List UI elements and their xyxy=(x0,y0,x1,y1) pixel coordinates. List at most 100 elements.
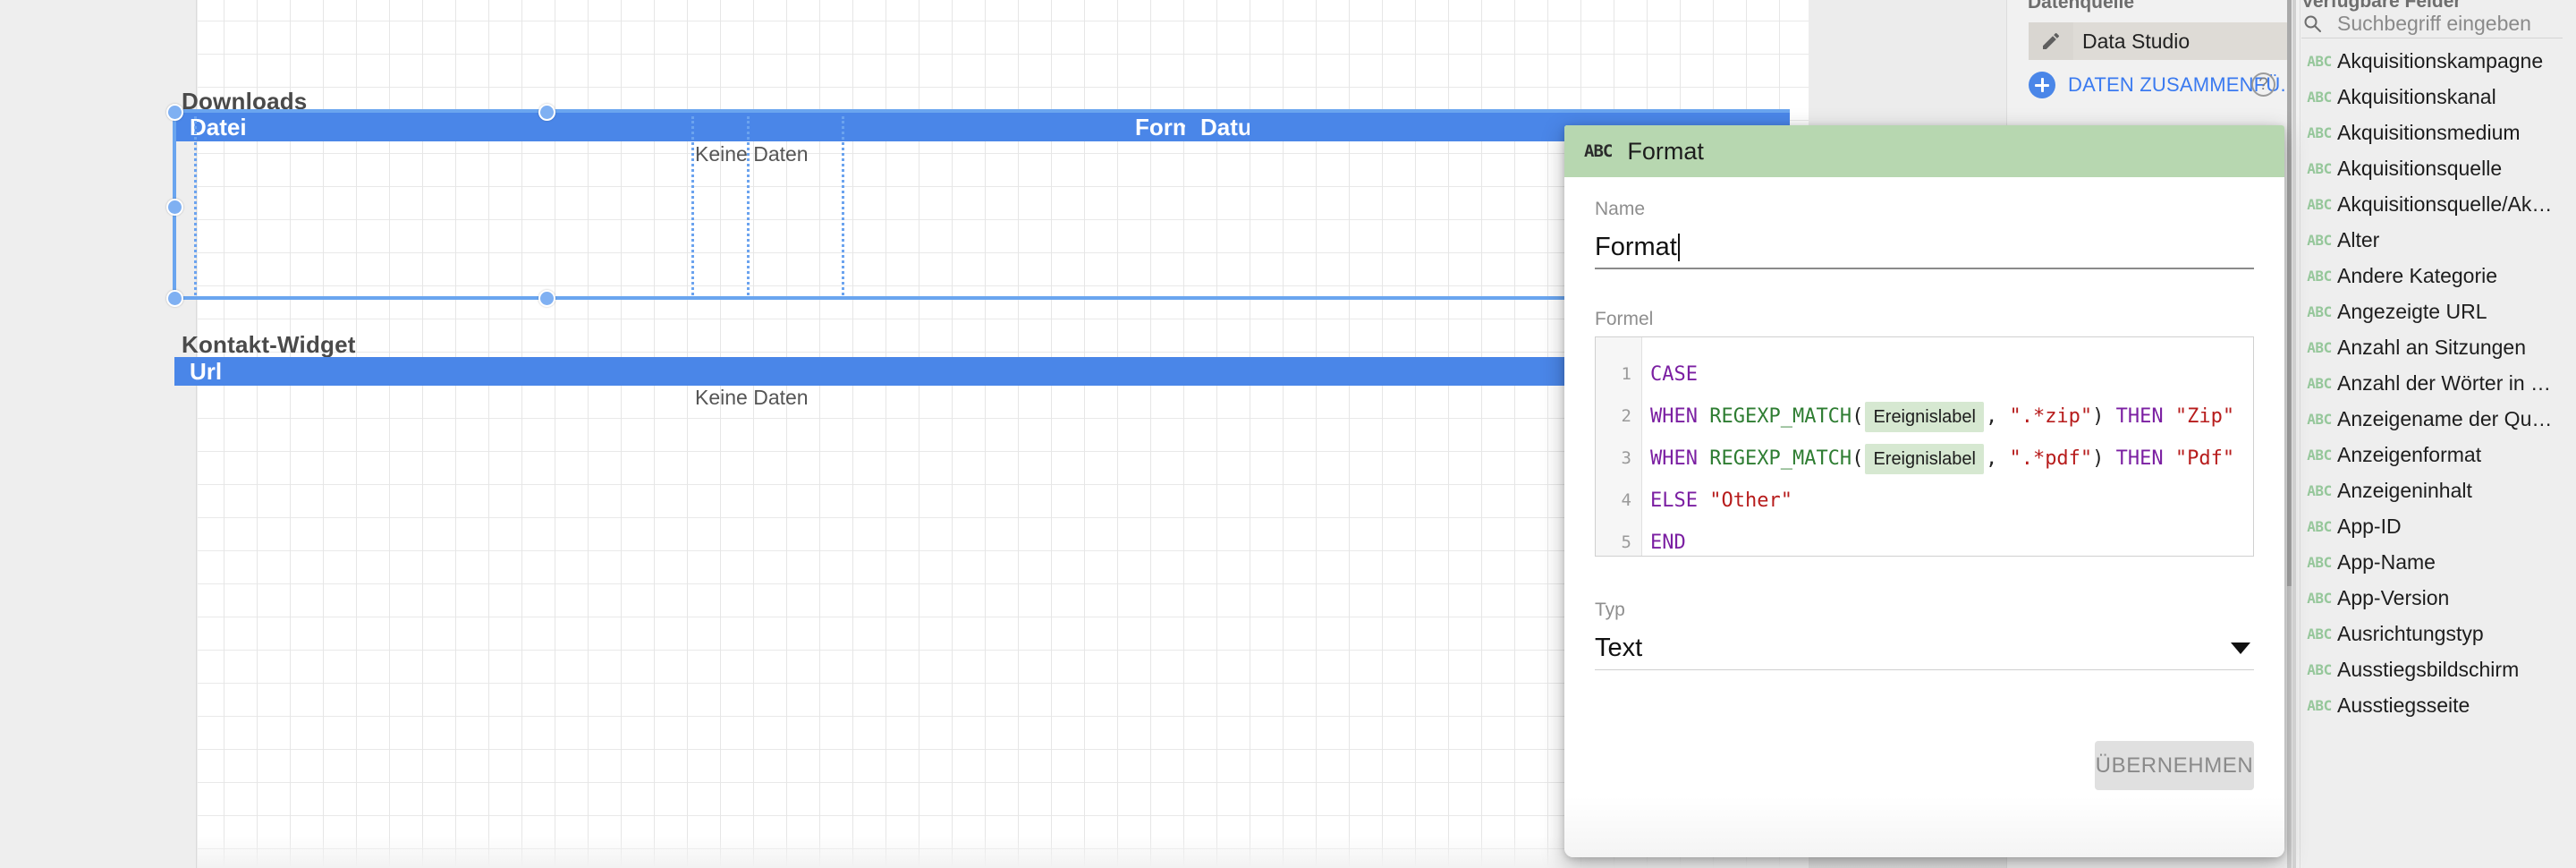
field-reference-chip[interactable]: Ereignislabel xyxy=(1865,444,1984,474)
editor-code-line[interactable]: WHEN REGEXP_MATCH(Ereignislabel, ".*zip"… xyxy=(1650,396,2253,438)
downloads-col-datum[interactable]: Datum xyxy=(1185,113,1250,141)
field-list-item[interactable]: ABC App-Version xyxy=(2301,580,2576,616)
abc-text-type-icon: ABC xyxy=(2307,553,2332,571)
selection-handle-top-center[interactable] xyxy=(538,104,555,121)
plus-circle-icon[interactable] xyxy=(2029,72,2055,98)
selection-top-edge[interactable] xyxy=(173,109,1790,113)
field-list-item[interactable]: ABC Akquisitionsquelle/Ak… xyxy=(2301,186,2576,222)
field-list-item[interactable]: ABC Akquisitionsmedium xyxy=(2301,115,2576,150)
code-token-kw: THEN xyxy=(2115,447,2175,470)
abc-text-type-icon: ABC xyxy=(2307,625,2332,642)
selection-handle-bottom-center[interactable] xyxy=(538,290,555,307)
editor-code-area[interactable]: CASE WHEN REGEXP_MATCH(Ereignislabel, ".*… xyxy=(1642,337,2253,556)
field-list-item-label: Anzahl an Sitzungen xyxy=(2337,335,2526,359)
abc-text-type-icon: ABC xyxy=(2307,481,2332,499)
field-list-item[interactable]: ABC Anzeigenformat xyxy=(2301,437,2576,472)
abc-text-type-icon: ABC xyxy=(2307,195,2332,213)
downloads-no-data: Keine Daten xyxy=(695,142,809,166)
field-list-item[interactable]: ABC Angezeigte URL xyxy=(2301,294,2576,329)
dialog-footer: ÜBERNEHMEN xyxy=(1564,723,2284,857)
apply-button[interactable]: ÜBERNEHMEN xyxy=(2095,741,2254,790)
field-list-item-label: Akquisitionsmedium xyxy=(2337,120,2521,144)
downloads-col-datei[interactable]: Datei xyxy=(174,113,691,141)
field-reference-chip[interactable]: Ereignislabel xyxy=(1865,402,1984,432)
type-select-value[interactable]: Text xyxy=(1595,634,1642,663)
downloads-col-divider-4[interactable] xyxy=(842,116,844,300)
editor-line-number: 5 xyxy=(1621,532,1631,552)
editor-code-line[interactable]: CASE xyxy=(1650,353,2253,396)
field-list-item[interactable]: ABC Anzeigeninhalt xyxy=(2301,472,2576,508)
selection-handle-bottom-left[interactable] xyxy=(166,290,183,307)
selection-handle-middle-left[interactable] xyxy=(166,199,183,216)
abc-text-type-icon: ABC xyxy=(2307,231,2332,249)
abc-text-type-icon: ABC xyxy=(2307,338,2332,356)
name-field[interactable]: Format xyxy=(1595,226,2254,269)
downloads-col-divider-3[interactable] xyxy=(747,116,750,300)
editor-code-line[interactable]: ELSE "Other" xyxy=(1650,480,2253,522)
field-list-item[interactable]: ABC Akquisitionskampagne xyxy=(2301,43,2576,79)
editor-line-number: 4 xyxy=(1621,490,1631,510)
downloads-col-divider-1[interactable] xyxy=(194,116,197,300)
editor-code-line[interactable]: END xyxy=(1650,522,2253,556)
type-select[interactable]: Text xyxy=(1595,627,2254,670)
type-field-label: Typ xyxy=(1595,600,1625,620)
question-mark-icon[interactable]: ? xyxy=(2251,72,2275,97)
field-list-item[interactable]: ABC App-ID xyxy=(2301,508,2576,544)
calculated-field-dialog[interactable]: ABC Format Name Format Formel 1 2 3 4 5 CASE… xyxy=(1564,125,2284,857)
field-list-item-label: Anzeigenformat xyxy=(2337,442,2482,466)
field-list-item[interactable]: ABC Ausstiegsbildschirm xyxy=(2301,651,2576,687)
code-token-kw: CASE xyxy=(1650,363,1698,386)
editor-line-number: 2 xyxy=(1621,406,1631,426)
field-list-item[interactable]: ABC Alter xyxy=(2301,222,2576,258)
fields-scrollbar-thumb[interactable] xyxy=(2287,0,2292,586)
field-list-item[interactable]: ABC App-Name xyxy=(2301,544,2576,580)
field-list-item[interactable]: ABC Akquisitionskanal xyxy=(2301,79,2576,115)
name-field-value[interactable]: Format xyxy=(1595,233,1677,262)
available-fields-panel: Verfügbare Felder Suchbegriff eingeben A… xyxy=(2287,0,2576,868)
editor-line-number: 3 xyxy=(1621,448,1631,468)
field-list-item[interactable]: ABC Anzahl an Sitzungen xyxy=(2301,329,2576,365)
left-panel xyxy=(0,0,197,868)
abc-text-type-icon: ABC xyxy=(2307,517,2332,535)
code-token-kw: WHEN xyxy=(1650,405,1710,428)
field-list-item[interactable]: ABC Ausrichtungstyp xyxy=(2301,616,2576,651)
data-source-name[interactable]: Data Studio xyxy=(2073,30,2190,54)
field-list-item-label: Akquisitionskampagne xyxy=(2337,48,2544,72)
data-source-chip[interactable]: Data Studio xyxy=(2029,22,2288,60)
selection-handle-top-left[interactable] xyxy=(166,104,183,121)
code-token-pn: , xyxy=(1985,405,2010,428)
fields-panel-edge-scrollbar[interactable] xyxy=(2292,0,2296,868)
abc-text-type-icon: ABC xyxy=(2307,52,2332,70)
fields-search-row[interactable]: Suchbegriff eingeben xyxy=(2301,9,2563,38)
code-token-str: ".*zip" xyxy=(2009,405,2093,428)
field-list-item-label: Andere Kategorie xyxy=(2337,263,2498,287)
code-token-pn: ( xyxy=(1852,447,1864,470)
field-list-item[interactable]: ABC Akquisitionsquelle xyxy=(2301,150,2576,186)
editor-line-number: 1 xyxy=(1621,364,1631,384)
abc-text-type-icon: ABC xyxy=(2307,267,2332,285)
field-list-item-label: Akquisitionskanal xyxy=(2337,84,2496,108)
field-list-item-label: Anzeigeninhalt xyxy=(2337,478,2472,502)
code-token-str: "Zip" xyxy=(2174,405,2235,428)
fields-list[interactable]: ABC Akquisitionskampagne ABC Akquisitionska… xyxy=(2301,43,2576,723)
formula-editor[interactable]: 1 2 3 4 5 CASE WHEN REGEXP_MATCH(Ereignislabe… xyxy=(1595,336,2254,557)
abc-text-type-icon: ABC xyxy=(2307,302,2332,320)
chevron-down-icon[interactable] xyxy=(2231,642,2250,654)
field-list-item[interactable]: ABC Anzeigename der Que… xyxy=(2301,401,2576,437)
field-list-item-label: Anzeigename der Que… xyxy=(2337,406,2561,430)
pencil-icon[interactable] xyxy=(2029,22,2073,60)
code-token-kw: THEN xyxy=(2115,405,2175,428)
editor-code-line[interactable]: WHEN REGEXP_MATCH(Ereignislabel, ".*pdf"… xyxy=(1650,438,2253,480)
field-list-item[interactable]: ABC Anzahl der Wörter in d… xyxy=(2301,365,2576,401)
abc-text-type-icon: ABC xyxy=(2307,696,2332,714)
kontakt-table-header[interactable]: Url xyxy=(174,357,1790,386)
downloads-table-header[interactable]: Datei Format Datum xyxy=(174,113,1790,141)
field-list-item[interactable]: ABC Ausstiegsseite xyxy=(2301,687,2576,723)
downloads-col-divider-2[interactable] xyxy=(691,116,694,300)
kontakt-col-url[interactable]: Url xyxy=(174,357,622,386)
downloads-col-format[interactable]: Format xyxy=(1120,113,1185,141)
selection-bottom-edge[interactable] xyxy=(173,296,1790,300)
field-list-item[interactable]: ABC Andere Kategorie xyxy=(2301,258,2576,294)
code-token-str: "Pdf" xyxy=(2174,447,2235,470)
search-input[interactable]: Suchbegriff eingeben xyxy=(2337,12,2531,36)
